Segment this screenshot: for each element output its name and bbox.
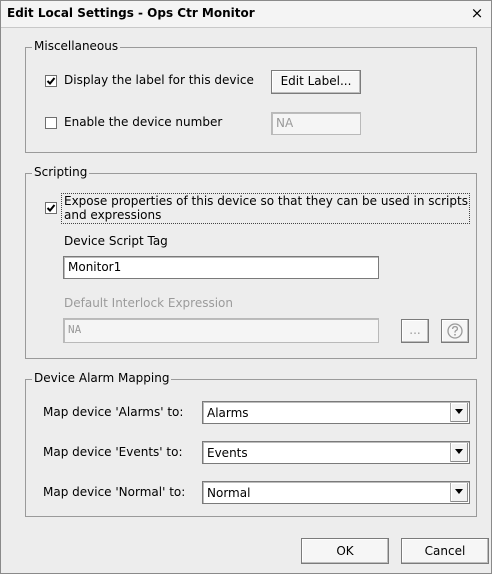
title-bar[interactable]: Edit Local Settings - Ops Ctr Monitor ×	[1, 1, 491, 28]
scripting-legend: Scripting	[32, 165, 90, 179]
enable-device-number-text: Enable the device number	[64, 115, 223, 129]
interlock-expression-input[interactable]: NA	[63, 318, 379, 343]
miscellaneous-legend: Miscellaneous	[32, 39, 121, 53]
map-alarms-select[interactable]: Alarms	[202, 401, 470, 424]
chevron-down-icon[interactable]	[450, 403, 468, 422]
browse-button[interactable]: ...	[401, 319, 429, 343]
expose-properties-line2: and expressions	[64, 208, 162, 222]
map-events-value: Events	[207, 446, 248, 460]
map-events-select[interactable]: Events	[202, 441, 470, 464]
expose-properties-checkbox[interactable]	[45, 202, 57, 214]
script-tag-input[interactable]: Monitor1	[63, 256, 379, 279]
map-normal-value: Normal	[207, 486, 251, 500]
map-alarms-value: Alarms	[207, 406, 249, 420]
script-tag-label: Device Script Tag	[64, 234, 168, 248]
question-circle-icon	[447, 323, 463, 339]
map-normal-select[interactable]: Normal	[202, 481, 470, 504]
cancel-button[interactable]: Cancel	[401, 538, 489, 564]
map-normal-label: Map device 'Normal' to:	[43, 485, 186, 499]
device-alarm-mapping-legend: Device Alarm Mapping	[32, 371, 172, 385]
edit-local-settings-dialog: Edit Local Settings - Ops Ctr Monitor × …	[0, 0, 492, 574]
map-events-label: Map device 'Events' to:	[43, 445, 183, 459]
checkmark-icon	[46, 204, 56, 212]
checkmark-icon	[46, 77, 56, 85]
interlock-expression-label: Default Interlock Expression	[64, 296, 234, 310]
edit-label-button[interactable]: Edit Label...	[271, 70, 361, 94]
display-label-text: Display the label for this device	[64, 73, 254, 87]
enable-device-number-checkbox[interactable]	[45, 117, 57, 129]
chevron-down-icon[interactable]	[450, 443, 468, 462]
chevron-down-icon[interactable]	[450, 483, 468, 502]
ok-button[interactable]: OK	[301, 538, 389, 564]
display-label-checkbox[interactable]	[45, 75, 57, 87]
expose-properties-line1: Expose properties of this device so that…	[64, 194, 468, 208]
help-button[interactable]	[441, 319, 469, 343]
close-icon[interactable]: ×	[469, 4, 485, 22]
map-alarms-label: Map device 'Alarms' to:	[43, 405, 184, 419]
window-title: Edit Local Settings - Ops Ctr Monitor	[7, 6, 255, 20]
miscellaneous-group: Miscellaneous	[25, 39, 477, 153]
device-number-input[interactable]: NA	[271, 112, 361, 135]
